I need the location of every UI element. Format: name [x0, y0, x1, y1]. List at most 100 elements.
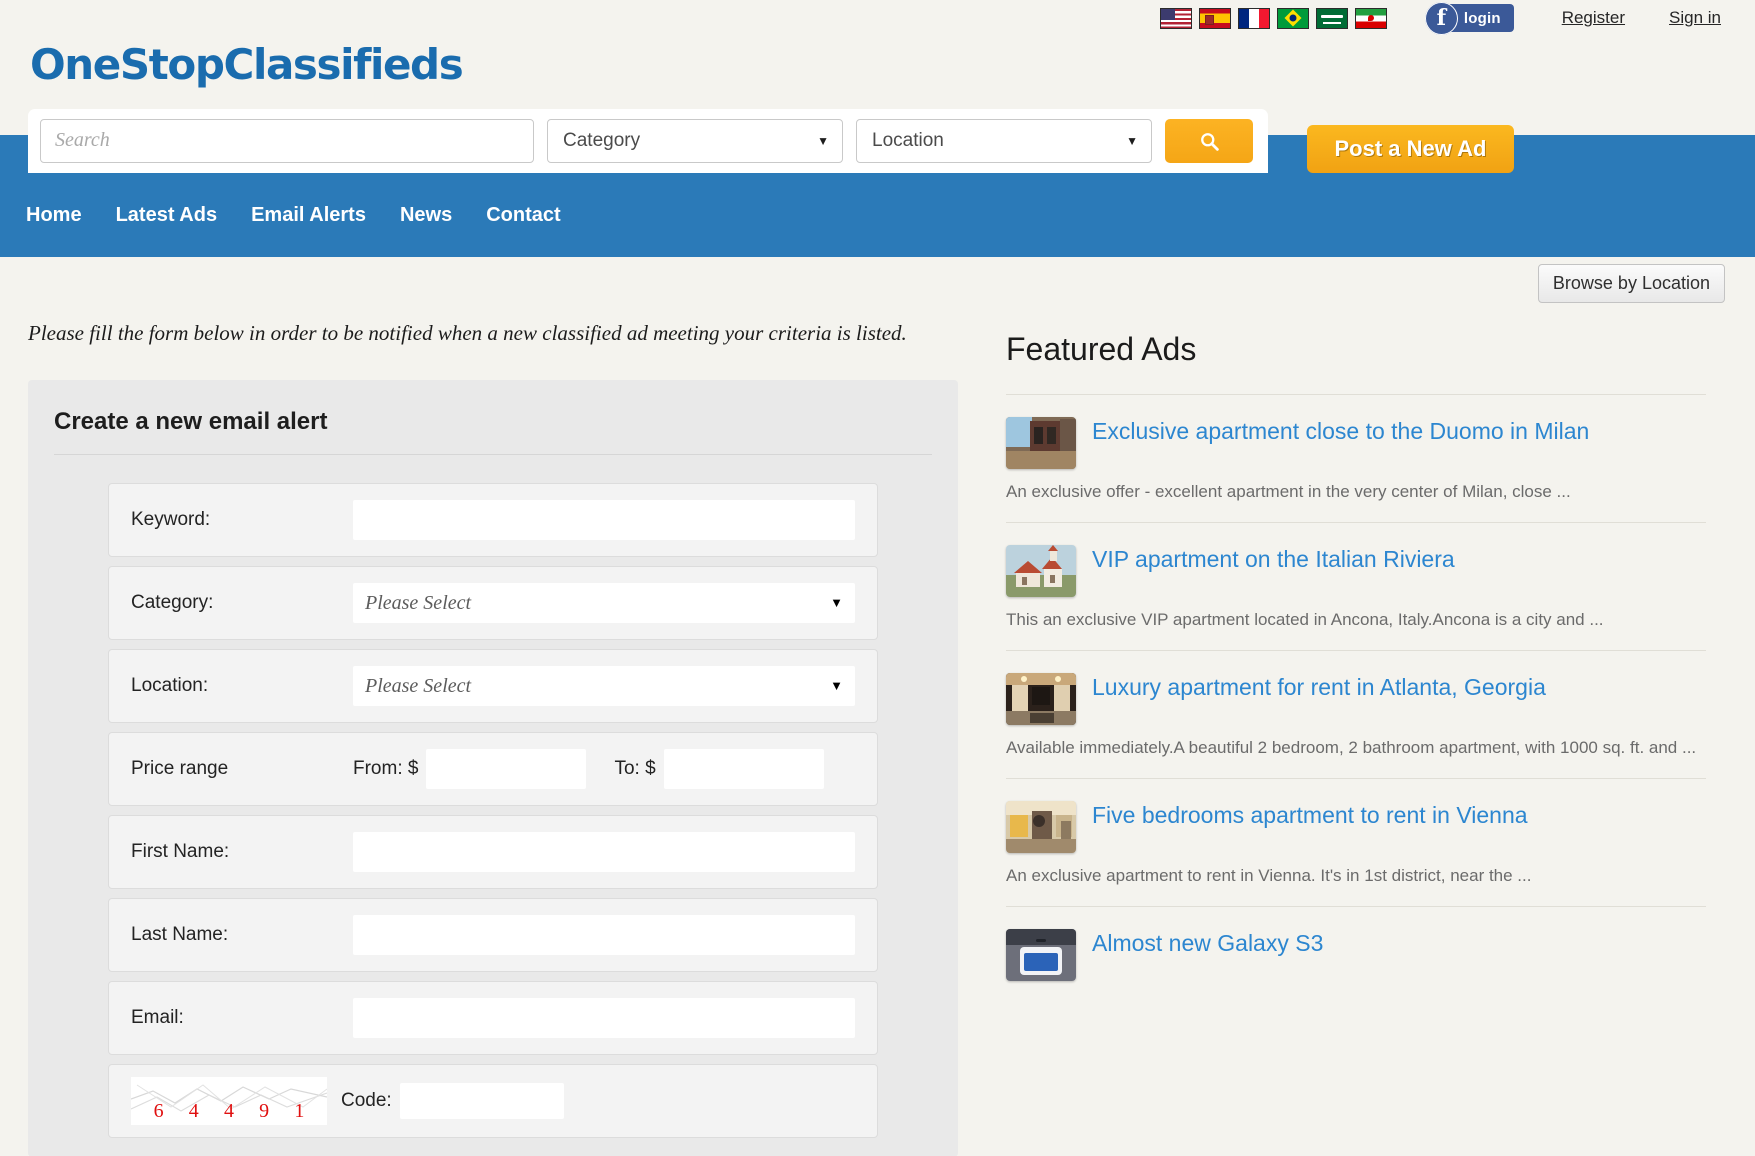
category-select[interactable]: Category ▼ [547, 119, 843, 163]
last-name-label: Last Name: [131, 924, 353, 946]
flag-spain-icon[interactable] [1199, 8, 1231, 29]
facebook-login-label: login [1464, 10, 1501, 27]
captcha-digit-1: 6 [154, 1100, 164, 1123]
flag-brazil-icon[interactable] [1277, 8, 1309, 29]
flag-france-icon[interactable] [1238, 8, 1270, 29]
ad-title-link[interactable]: Luxury apartment for rent in Atlanta, Ge… [1092, 673, 1546, 725]
ad-title-link[interactable]: Almost new Galaxy S3 [1092, 929, 1323, 981]
nav-item-news[interactable]: News [400, 204, 452, 227]
list-item: Five bedrooms apartment to rent in Vienn… [1006, 778, 1706, 906]
location-dropdown[interactable]: Please Select ▼ [353, 666, 855, 706]
location-dropdown-value: Please Select [365, 675, 471, 698]
thumbnail-image [1006, 801, 1076, 853]
flag-usa-icon[interactable] [1160, 8, 1192, 29]
ad-title-link[interactable]: VIP apartment on the Italian Riviera [1092, 545, 1455, 597]
facebook-login-button[interactable]: f login [1431, 4, 1514, 32]
facebook-icon: f [1425, 2, 1458, 35]
page-content: Please fill the form below in order to b… [0, 309, 1755, 1156]
keyword-input[interactable] [353, 500, 855, 540]
location-label: Location: [131, 675, 353, 697]
flag-iran-icon[interactable] [1355, 8, 1387, 29]
site-logo[interactable]: OneStopClassifieds [30, 40, 462, 89]
list-item: Exclusive apartment close to the Duomo i… [1006, 394, 1706, 522]
ad-thumbnail-riviera[interactable] [1006, 545, 1076, 597]
last-name-input[interactable] [353, 915, 855, 955]
captcha-digit-5: 1 [294, 1100, 304, 1123]
captcha-image: 6 4 4 9 1 [131, 1077, 327, 1125]
register-link[interactable]: Register [1562, 8, 1625, 28]
ad-header: Five bedrooms apartment to rent in Vienn… [1006, 801, 1706, 853]
form-row-last-name: Last Name: [108, 898, 878, 972]
email-label: Email: [131, 1007, 353, 1029]
ad-description: Available immediately.A beautiful 2 bedr… [1006, 737, 1706, 760]
thumbnail-image [1006, 417, 1076, 469]
ad-title-link[interactable]: Five bedrooms apartment to rent in Vienn… [1092, 801, 1528, 853]
chevron-down-icon: ▼ [817, 134, 829, 148]
ad-header: Luxury apartment for rent in Atlanta, Ge… [1006, 673, 1706, 725]
search-input[interactable] [40, 119, 534, 163]
price-to-input[interactable] [664, 749, 824, 789]
nav-item-contact[interactable]: Contact [486, 204, 560, 227]
chevron-down-icon: ▼ [830, 595, 843, 611]
price-range-label: Price range [131, 758, 353, 780]
ad-thumbnail-milan[interactable] [1006, 417, 1076, 469]
sign-in-link[interactable]: Sign in [1669, 8, 1721, 28]
language-flag-list [1160, 8, 1387, 29]
ad-thumbnail-atlanta[interactable] [1006, 673, 1076, 725]
ad-thumbnail-galaxy[interactable] [1006, 929, 1076, 981]
thumbnail-image [1006, 673, 1076, 725]
code-label: Code: [341, 1090, 392, 1112]
category-dropdown[interactable]: Please Select ▼ [353, 583, 855, 623]
ad-header: VIP apartment on the Italian Riviera [1006, 545, 1706, 597]
thumbnail-image [1006, 929, 1076, 981]
captcha-digit-3: 4 [224, 1100, 234, 1123]
nav-item-latest-ads[interactable]: Latest Ads [116, 204, 218, 227]
price-from-input[interactable] [426, 749, 586, 789]
flag-saudi-arabia-icon[interactable] [1316, 8, 1348, 29]
category-label: Category: [131, 592, 353, 614]
captcha-digit-4: 9 [259, 1100, 269, 1123]
category-dropdown-value: Please Select [365, 592, 471, 615]
form-row-category: Category: Please Select ▼ [108, 566, 878, 640]
category-select-value: Category [563, 130, 640, 152]
form-row-keyword: Keyword: [108, 483, 878, 557]
code-input[interactable] [400, 1083, 564, 1119]
featured-ads-column: Featured Ads Exclusive apartment close t… [1006, 309, 1706, 1156]
ad-description: This an exclusive VIP apartment located … [1006, 609, 1706, 632]
first-name-input[interactable] [353, 832, 855, 872]
captcha-digit-2: 4 [189, 1100, 199, 1123]
ad-header: Exclusive apartment close to the Duomo i… [1006, 417, 1706, 469]
nav-item-home[interactable]: Home [26, 204, 82, 227]
price-from-label: From: $ [353, 758, 418, 780]
browse-by-location-button[interactable]: Browse by Location [1538, 264, 1725, 303]
main-navigation: Home Latest Ads Email Alerts News Contac… [0, 173, 1755, 257]
featured-ads-title: Featured Ads [1006, 331, 1706, 368]
list-item: VIP apartment on the Italian Riviera Thi… [1006, 522, 1706, 650]
brand-header: OneStopClassifieds [0, 36, 1755, 89]
captcha-digit-row: 6 4 4 9 1 [131, 1077, 327, 1125]
form-row-first-name: First Name: [108, 815, 878, 889]
price-range-group: From: $ To: $ [353, 749, 855, 789]
chevron-down-icon: ▼ [830, 678, 843, 694]
post-a-new-ad-button[interactable]: Post a New Ad [1307, 125, 1514, 173]
search-panel: Category ▼ Location ▼ [28, 109, 1268, 173]
form-row-email: Email: [108, 981, 878, 1055]
search-button[interactable] [1165, 119, 1253, 163]
location-select-value: Location [872, 130, 944, 152]
email-alert-panel: Create a new email alert Keyword: Catego… [28, 380, 958, 1156]
intro-text: Please fill the form below in order to b… [28, 321, 958, 346]
ad-thumbnail-vienna[interactable] [1006, 801, 1076, 853]
email-input[interactable] [353, 998, 855, 1038]
form-column: Please fill the form below in order to b… [28, 309, 958, 1156]
browse-toolbar: Browse by Location [0, 257, 1755, 309]
list-item: Luxury apartment for rent in Atlanta, Ge… [1006, 650, 1706, 778]
utility-bar: f login Register Sign in [0, 0, 1755, 36]
location-select[interactable]: Location ▼ [856, 119, 1152, 163]
price-to-label: To: $ [614, 758, 655, 780]
nav-item-email-alerts[interactable]: Email Alerts [251, 204, 366, 227]
form-row-captcha: 6 4 4 9 1 Code: [108, 1064, 878, 1138]
ad-title-link[interactable]: Exclusive apartment close to the Duomo i… [1092, 417, 1589, 469]
first-name-label: First Name: [131, 841, 353, 863]
keyword-label: Keyword: [131, 509, 353, 531]
form-row-location: Location: Please Select ▼ [108, 649, 878, 723]
